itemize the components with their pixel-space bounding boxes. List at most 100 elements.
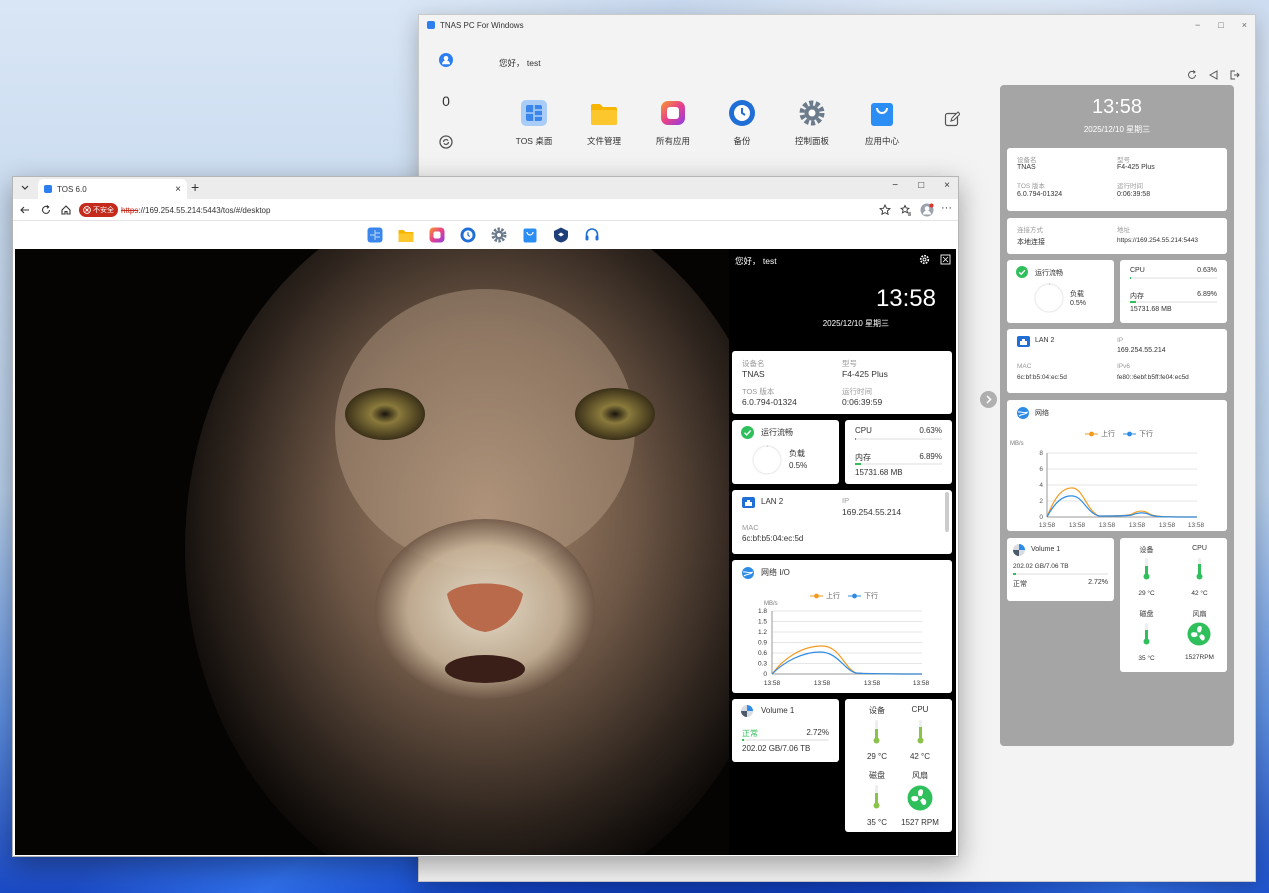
globe-icon [742, 567, 754, 579]
tos-desktop-icon[interactable] [367, 227, 383, 243]
profile-avatar-icon[interactable] [920, 203, 934, 217]
ipv6-label: IPv6 [1117, 363, 1131, 370]
tab-close-icon[interactable]: × [175, 184, 181, 195]
chevron-down-icon [21, 185, 28, 190]
thermometer-icon [1143, 558, 1150, 580]
insecure-badge[interactable]: 不安全 [79, 203, 118, 217]
notification-count[interactable]: 0 [432, 89, 460, 113]
mac-label: MAC [742, 523, 759, 532]
tab-strip: TOS 6.0 × + − □ × [13, 177, 958, 199]
url-path: ://169.254.55.214:5443/tos/#/desktop [138, 205, 271, 215]
temp-cpu: 42 °C [909, 752, 931, 761]
status-card: 运行流畅 负载 0.5% [1007, 260, 1114, 323]
volume-title: Volume 1 [761, 706, 795, 715]
expand-panel-button[interactable] [980, 391, 997, 408]
refresh-icon[interactable] [1187, 70, 1197, 80]
tab-list-button[interactable] [17, 181, 32, 195]
all-apps-icon[interactable] [429, 227, 445, 243]
load-label: 负载 [1070, 291, 1084, 298]
volume-bar [742, 739, 829, 741]
tos-label: TOS 版本 [742, 387, 775, 396]
lan-card-scrollbar[interactable] [945, 492, 949, 532]
warning-icon [83, 206, 91, 214]
minimize-button[interactable]: − [1195, 20, 1200, 30]
load-gauge [1034, 283, 1064, 313]
device-name-label: 设备名 [742, 359, 765, 368]
reload-icon[interactable] [40, 204, 52, 216]
backup-icon[interactable] [460, 227, 476, 243]
fullscreen-icon[interactable] [940, 254, 951, 265]
user-button[interactable] [432, 48, 460, 72]
fan-icon [1187, 622, 1211, 646]
pin-icon[interactable] [1209, 70, 1219, 80]
folder-icon[interactable] [398, 227, 414, 243]
device-info-card: 设备名 TNAS 型号 F4-425 Plus TOS 版本 6.0.794-0… [1007, 148, 1227, 211]
pie-chart-icon [1013, 544, 1025, 556]
check-icon [741, 426, 754, 439]
star-icon[interactable] [879, 204, 891, 216]
settings-icon[interactable] [919, 254, 930, 265]
temp-disk: 35 °C [1138, 655, 1155, 662]
widget-cpu-mem-card: CPU 0.63% 内存 6.89% 15731.68 MB [845, 420, 952, 484]
home-icon[interactable] [60, 204, 72, 216]
mac: 6c:bf:b5:04:ec:5d [742, 534, 804, 543]
mem-label: 内存 [1130, 293, 1144, 300]
x-tick: 13:58 [764, 680, 781, 687]
network-title: 网络 [1035, 410, 1049, 417]
browser-maximize-button[interactable]: □ [918, 180, 924, 191]
load-value: 0.5% [789, 461, 808, 470]
ip: 169.254.55.214 [1117, 347, 1166, 354]
model: F4-425 Plus [1117, 164, 1155, 171]
mac: 6c:bf:b5:04:ec:5d [1017, 374, 1067, 381]
y-tick: 1.8 [758, 608, 767, 615]
uptime: 0:06:39:58 [1117, 191, 1151, 198]
check-icon [1016, 266, 1028, 278]
app-file-manager[interactable]: 文件管理 [569, 99, 639, 147]
back-arrow-icon[interactable] [19, 204, 31, 216]
volume-pct: 2.72% [806, 728, 829, 737]
app-label: TOS 桌面 [515, 136, 553, 146]
edit-icon[interactable] [944, 111, 960, 127]
widget-device-card: 设备名 TNAS 型号 F4-425 Plus TOS 版本 6.0.794-0… [732, 351, 952, 414]
mem-total: 15731.68 MB [855, 468, 903, 477]
tnas-window-title: TNAS PC For Windows [440, 20, 524, 30]
favorites-icon[interactable] [900, 204, 912, 216]
app-app-center[interactable]: 应用中心 [847, 99, 917, 147]
support-headset-icon[interactable] [584, 227, 600, 243]
browser-minimize-button[interactable]: − [892, 180, 898, 191]
status-title: 运行流畅 [1035, 270, 1063, 277]
mem-bar [1130, 301, 1217, 303]
close-button[interactable]: × [1242, 20, 1247, 30]
app-backup[interactable]: 备份 [707, 99, 777, 147]
chevron-right-icon [986, 395, 992, 404]
y-tick: 0.6 [758, 650, 767, 657]
tab-tos[interactable]: TOS 6.0 × [38, 179, 187, 199]
sync-button[interactable] [432, 130, 460, 154]
thermometer-icon [873, 720, 880, 744]
volume-state: 正常 [1013, 581, 1027, 588]
maximize-button[interactable]: □ [1218, 20, 1223, 30]
gear-icon[interactable] [491, 227, 507, 243]
backup-icon [729, 100, 755, 126]
network-chart-small: MB/s 8 6 4 2 0 13:58 13:58 13:58 13:58 1… [1010, 441, 1205, 529]
app-center-icon[interactable] [522, 227, 538, 243]
url-field[interactable]: https ://169.254.55.214:5443/tos/#/deskt… [121, 203, 270, 217]
load-gauge [752, 445, 782, 475]
app-tos-desktop[interactable]: TOS 桌面 [499, 99, 569, 147]
y-tick: 1.2 [758, 629, 767, 636]
more-menu-icon[interactable]: ··· [941, 202, 952, 214]
ip-label: IP [1117, 337, 1124, 344]
uptime: 0:06:39:59 [842, 397, 883, 407]
logout-icon[interactable] [1230, 70, 1240, 80]
app-control-panel[interactable]: 控制面板 [777, 99, 847, 147]
security-shield-icon[interactable] [553, 227, 569, 243]
new-tab-button[interactable]: + [191, 179, 199, 195]
conn-addr-label: 地址 [1117, 227, 1130, 234]
uptime-label: 运行时间 [842, 387, 872, 396]
browser-close-button[interactable]: × [944, 180, 950, 191]
ip-label: IP [842, 496, 850, 505]
volume-usage: 202.02 GB/7.06 TB [1013, 563, 1069, 570]
panel-clock: 13:58 [1091, 96, 1143, 118]
app-all-apps[interactable]: 所有应用 [638, 99, 708, 147]
ip: 169.254.55.214 [842, 507, 902, 517]
